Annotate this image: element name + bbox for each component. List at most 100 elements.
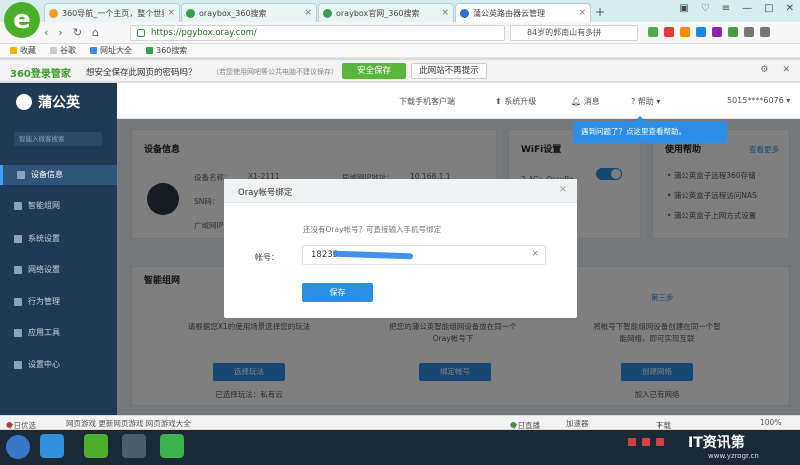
upgrade-link[interactable]: ⬆ 系统升级 [495,96,536,107]
upgrade-icon: ⬆ [495,97,505,106]
help-icon: ? [631,97,638,106]
page-icon [50,47,57,54]
status-speed[interactable]: 加速器 [566,418,589,429]
save-password-button[interactable]: 安全保存 [342,63,406,79]
extension-icon[interactable] [680,27,690,37]
account-menu[interactable]: 5015****6076 ▾ [727,96,790,105]
app-top-nav: 下载手机客户端 ⬆ 系统升级 🔔︎ 消息 ? 帮助 ▾ 5015****6076… [117,83,800,119]
menu-icon[interactable]: ≡ [722,3,730,14]
extension-icon[interactable] [728,27,738,37]
tray-icon[interactable] [656,438,664,446]
network-icon [14,202,22,210]
page-icon [146,47,153,54]
tab-pgy-cloud[interactable]: 蒲公英路由器云管理 × [455,3,591,22]
bookmark-hao[interactable]: 网址大全 [90,45,132,56]
app-brand: 蒲公英 [16,92,80,112]
dialog-hint: 还没有Oray帐号？可直接输入手机号绑定 [303,225,442,234]
tab-oraybox-search[interactable]: oraybox_360搜索 × [181,3,317,22]
settings-icon[interactable]: ⚙ [760,65,768,75]
taskbar-wechat-icon[interactable] [160,434,184,458]
extension-icon[interactable] [744,27,754,37]
bell-icon: 🔔︎ [571,97,584,106]
globe-icon [14,266,22,274]
extension-icon[interactable] [664,27,674,37]
status-news[interactable]: 网页游戏 更新网页游戏 网页游戏大全 [66,418,191,429]
download-client-link[interactable]: 下载手机客户端 [399,96,455,107]
start-button-icon[interactable] [6,435,30,459]
tab-oraybox-official[interactable]: oraybox官网_360搜索 × [318,3,454,22]
tab-close-icon[interactable]: × [167,8,175,18]
browser-tab-bar: e 360导航_一个主页，整个世界 × oraybox_360搜索 × oray… [0,0,800,38]
account-input[interactable]: 18235 × [302,245,546,265]
tab-close-icon[interactable]: × [441,8,449,18]
status-zoom[interactable]: 100% [760,418,781,427]
minimize-icon[interactable]: — [742,3,752,14]
sidebar-item-system[interactable]: 系统设置 [0,229,117,249]
os-taskbar [0,430,800,465]
new-tab-button[interactable]: + [595,3,605,22]
forward-icon[interactable]: › [58,26,62,39]
tab-favicon-icon [323,8,332,18]
tab-count-icon[interactable]: ▣ [679,3,688,14]
skin-icon[interactable]: ♡ [701,3,710,14]
maximize-icon[interactable]: □ [764,3,773,14]
sidebar-item-behavior[interactable]: 行为管理 [0,292,117,312]
taskbar-app-icon[interactable] [122,434,146,458]
taskbar-app-icon[interactable] [40,434,64,458]
bookmark-favorites[interactable]: 收藏 [10,45,36,56]
page-icon [90,47,97,54]
clear-input-icon[interactable]: × [531,249,539,259]
url-input[interactable]: https://pgybox.oray.com/ [130,25,505,41]
bookmark-google[interactable]: 谷歌 [50,45,76,56]
search-input[interactable]: 84岁的郭南山有多拼 [510,25,638,41]
tab-favicon-icon [186,8,195,18]
sidebar-item-tools[interactable]: 应用工具 [0,323,117,343]
close-window-icon[interactable]: ✕ [786,3,794,14]
device-icon [17,171,25,179]
tab-360-nav[interactable]: 360导航_一个主页，整个世界 × [44,3,180,22]
extension-icon[interactable] [648,27,658,37]
save-button[interactable]: 保存 [302,283,373,302]
messages-link[interactable]: 🔔︎ 消息 [571,96,600,107]
extension-icon[interactable] [696,27,706,37]
browser-status-bar: ● 今日优选 网页游戏 更新网页游戏 网页游戏大全 ● 今日直播 加速器 ↓ 下… [0,415,800,430]
bookmark-bar: 收藏 谷歌 网址大全 360搜索 [0,44,800,58]
close-icon[interactable]: × [559,184,567,195]
extension-icon[interactable] [712,27,722,37]
sidebar-search-input[interactable]: 智能入微客搜索 [14,132,102,146]
brand-logo-icon [16,94,32,110]
extension-icons [648,27,770,37]
refresh-icon[interactable]: ↻ [73,26,82,39]
sidebar-item-netset[interactable]: 网络设置 [0,260,117,280]
help-link[interactable]: ? 帮助 ▾ [631,96,660,107]
dialog-header: Oray帐号绑定 × [224,179,577,203]
window-controls: ▣ ♡ ≡ — □ ✕ [679,3,794,14]
sidebar-item-settings[interactable]: 设置中心 [0,355,117,375]
watermark-logo: IT资讯第 [688,435,745,451]
tray-icon[interactable] [628,438,636,446]
password-manager-brand: 360登录管家 [10,69,71,80]
tray-icon[interactable] [642,438,650,446]
password-question: 想安全保存此网页的密码吗？ [86,68,197,78]
sidebar-item-device[interactable]: 设备信息 [0,165,117,185]
oray-bind-dialog: Oray帐号绑定 × 还没有Oray帐号？可直接输入手机号绑定 帐号： 1823… [224,179,577,318]
screen: e 360导航_一个主页，整个世界 × oraybox_360搜索 × oray… [0,0,800,465]
nav-buttons: ‹ › ↻ ⌂ [44,26,99,39]
never-remind-button[interactable]: 此网站不再提示 [411,63,487,79]
bookmark-360search[interactable]: 360搜索 [146,45,187,56]
tab-strip: 360导航_一个主页，整个世界 × oraybox_360搜索 × oraybo… [44,3,605,22]
system-icon [14,235,22,243]
address-bar: ‹ › ↻ ⌂ https://pgybox.oray.com/ 84岁的郭南山… [0,22,800,44]
sidebar-item-network[interactable]: 智能组网 [0,196,117,216]
watermark-url: www.yzrogr.cn [708,452,759,460]
taskbar-browser-icon[interactable] [84,434,108,458]
tab-close-icon[interactable]: × [578,8,586,18]
tab-close-icon[interactable]: × [304,8,312,18]
home-icon[interactable]: ⌂ [92,26,99,39]
close-icon[interactable]: ✕ [782,65,790,75]
lock-icon [137,29,145,37]
browser-logo-icon[interactable]: e [4,2,40,38]
extension-icon[interactable] [760,27,770,37]
back-icon[interactable]: ‹ [44,26,48,39]
tools-icon [14,329,22,337]
